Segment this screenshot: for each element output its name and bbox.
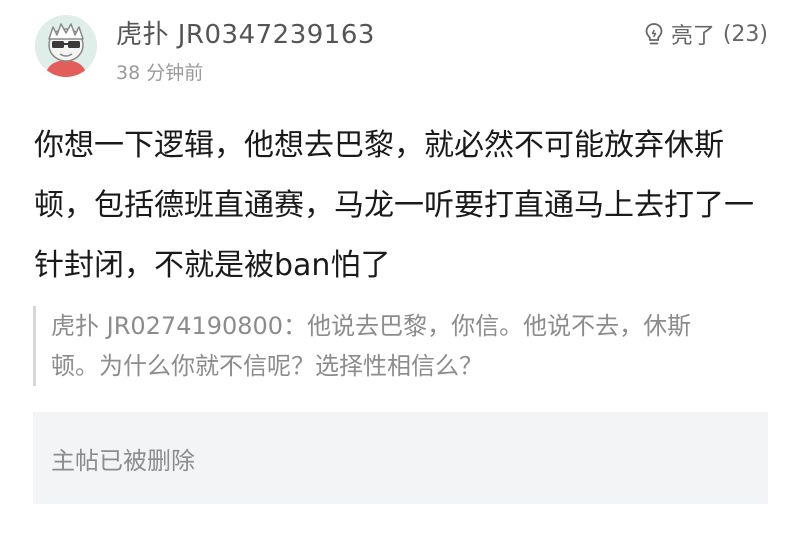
avatar[interactable]	[35, 15, 97, 77]
quote-author: 虎扑 JR0274190800：	[51, 312, 308, 340]
timestamp: 38 分钟前	[116, 62, 204, 84]
lightbulb-icon	[645, 23, 663, 45]
username[interactable]: 虎扑 JR0347239163	[116, 14, 375, 51]
quoted-reply[interactable]: 虎扑 JR0274190800：他说去巴黎，你信。他说不去，休斯顿。为什么你就不…	[33, 306, 713, 386]
light-label: 亮了	[670, 24, 715, 49]
comment-body: 你想一下逻辑，他想去巴黎，就必然不可能放弃休斯顿，包括德班直通赛，马龙一听要打直…	[34, 128, 754, 283]
main-post-deleted-box: 主帖已被删除	[33, 412, 768, 504]
light-button[interactable]: 亮了 (23)	[645, 18, 768, 50]
comment-card: 虎扑 JR0347239163 38 分钟前 亮了 (23) 你想一下逻辑，他想…	[0, 0, 800, 535]
light-count: (23)	[722, 21, 768, 47]
cartoon-face-avatar-icon	[35, 15, 97, 77]
deleted-status-text: 主帖已被删除	[51, 446, 195, 475]
